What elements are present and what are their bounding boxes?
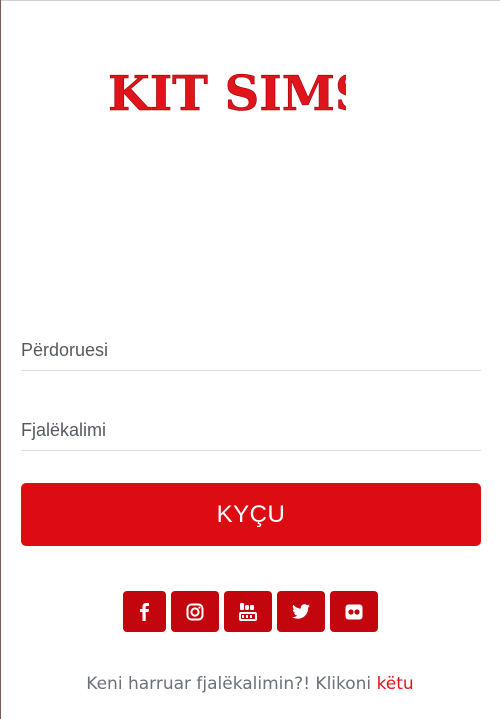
youtube-icon [238,602,257,621]
twitter-link[interactable] [276,591,325,632]
instagram-icon [186,603,203,620]
facebook-icon [140,602,149,621]
logo-text: KIT SIMS [108,66,346,120]
twitter-icon [291,604,310,619]
forgot-password-link[interactable]: këtu [377,674,414,694]
facebook-link[interactable] [122,591,166,632]
password-input[interactable] [21,410,481,450]
forgot-password-text: Keni harruar fjalëkalimin?! Klikoni këtu [0,674,500,694]
window-top-border [0,0,500,1]
kit-sims-logo: KIT SIMS [106,60,346,120]
flickr-icon [345,604,362,619]
flickr-link[interactable] [329,591,378,632]
password-field[interactable] [21,410,481,451]
username-input[interactable] [21,330,481,370]
username-field[interactable] [21,330,481,371]
social-links [0,591,500,632]
forgot-password-label: Keni harruar fjalëkalimin?! Klikoni [86,674,377,694]
youtube-link[interactable] [223,591,272,632]
login-button[interactable]: KYÇU [21,483,481,546]
instagram-link[interactable] [170,591,219,632]
